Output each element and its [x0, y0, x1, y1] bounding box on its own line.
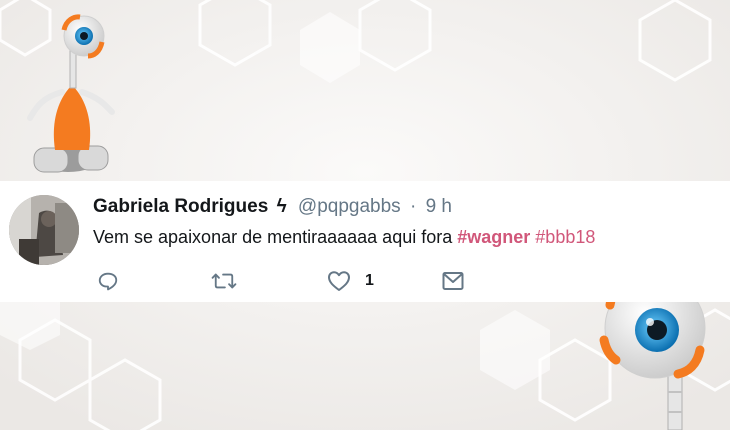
- heart-icon: [328, 271, 350, 291]
- display-name[interactable]: Gabriela Rodrigues: [93, 196, 268, 217]
- tweet-header: Gabriela Rodrigues ϟ @pqpgabbs · 9 h: [93, 196, 452, 218]
- like-button[interactable]: 1: [327, 268, 374, 294]
- like-count: 1: [365, 272, 374, 289]
- retweet-icon: [211, 273, 237, 289]
- tweet-body: Vem se apaixonar de mentiraaaaaa aqui fo…: [93, 227, 458, 247]
- separator-dot: ·: [409, 196, 417, 217]
- tweet-timestamp[interactable]: 9 h: [426, 196, 452, 217]
- message-icon: [442, 272, 464, 290]
- retweet-button[interactable]: [211, 268, 237, 294]
- hashtag-link[interactable]: #wagner: [457, 227, 530, 247]
- username-handle[interactable]: @pqpgabbs: [298, 196, 401, 217]
- direct-message-button[interactable]: [442, 268, 464, 294]
- reply-icon: [98, 272, 118, 291]
- hashtag-link[interactable]: #bbb18: [535, 227, 595, 247]
- tweet-text: Vem se apaixonar de mentiraaaaaa aqui fo…: [93, 226, 595, 248]
- reply-button[interactable]: [97, 268, 119, 294]
- avatar[interactable]: [9, 195, 79, 265]
- lightning-emoji: ϟ: [276, 196, 287, 217]
